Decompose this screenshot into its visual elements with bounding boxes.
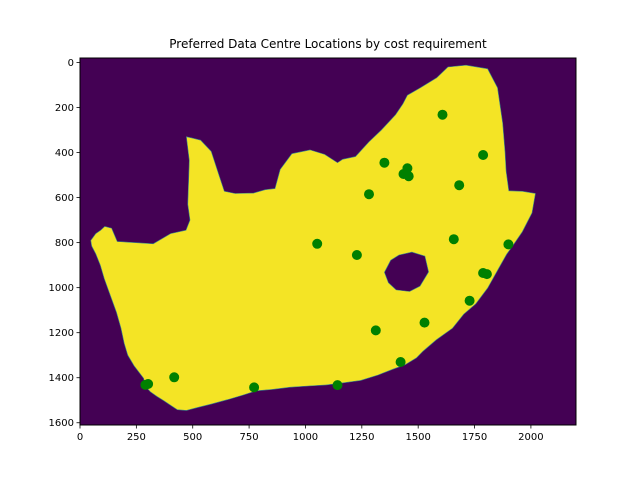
x-tick-label: 1750 (462, 432, 487, 443)
x-tick-label: 1500 (405, 432, 430, 443)
location-point (403, 171, 414, 182)
y-tick-label: 800 (55, 238, 74, 249)
x-tick-label: 1000 (293, 432, 318, 443)
location-point (419, 317, 430, 328)
y-tick-label: 1400 (49, 373, 74, 384)
x-tick-label: 500 (183, 432, 202, 443)
x-axis: 0 250 500 750 1000 1250 1500 1750 2000 (77, 425, 544, 443)
location-point (478, 150, 489, 160)
x-tick-label: 0 (77, 432, 83, 443)
y-axis: 0 200 400 600 800 1000 1200 1400 1600 (49, 58, 80, 429)
y-tick-label: 0 (68, 58, 74, 69)
x-tick-label: 1250 (349, 432, 374, 443)
y-tick-label: 200 (55, 103, 74, 114)
plot-area (79, 57, 577, 426)
location-point (351, 250, 362, 260)
location-point (140, 379, 151, 390)
chart-title: Preferred Data Centre Locations by cost … (169, 37, 487, 51)
location-point (332, 380, 343, 391)
location-point (437, 109, 448, 120)
location-point (169, 372, 180, 383)
y-tick-label: 1000 (49, 283, 74, 294)
location-point (379, 157, 390, 168)
location-point (370, 325, 381, 336)
location-point (454, 180, 465, 191)
x-tick-label: 2000 (518, 432, 543, 443)
y-tick-label: 600 (55, 193, 74, 204)
y-tick-label: 400 (55, 148, 74, 159)
location-point (249, 382, 260, 393)
location-point (395, 357, 406, 367)
location-point (481, 269, 492, 280)
x-tick-label: 250 (127, 432, 146, 443)
location-point (503, 239, 514, 250)
x-tick-label: 750 (240, 432, 259, 443)
location-point (364, 189, 374, 200)
location-point (312, 238, 323, 249)
y-tick-label: 1200 (49, 328, 74, 339)
chart: Preferred Data Centre Locations by cost … (49, 37, 577, 443)
location-point (448, 234, 459, 245)
location-point (464, 295, 475, 306)
y-tick-label: 1600 (49, 418, 74, 429)
